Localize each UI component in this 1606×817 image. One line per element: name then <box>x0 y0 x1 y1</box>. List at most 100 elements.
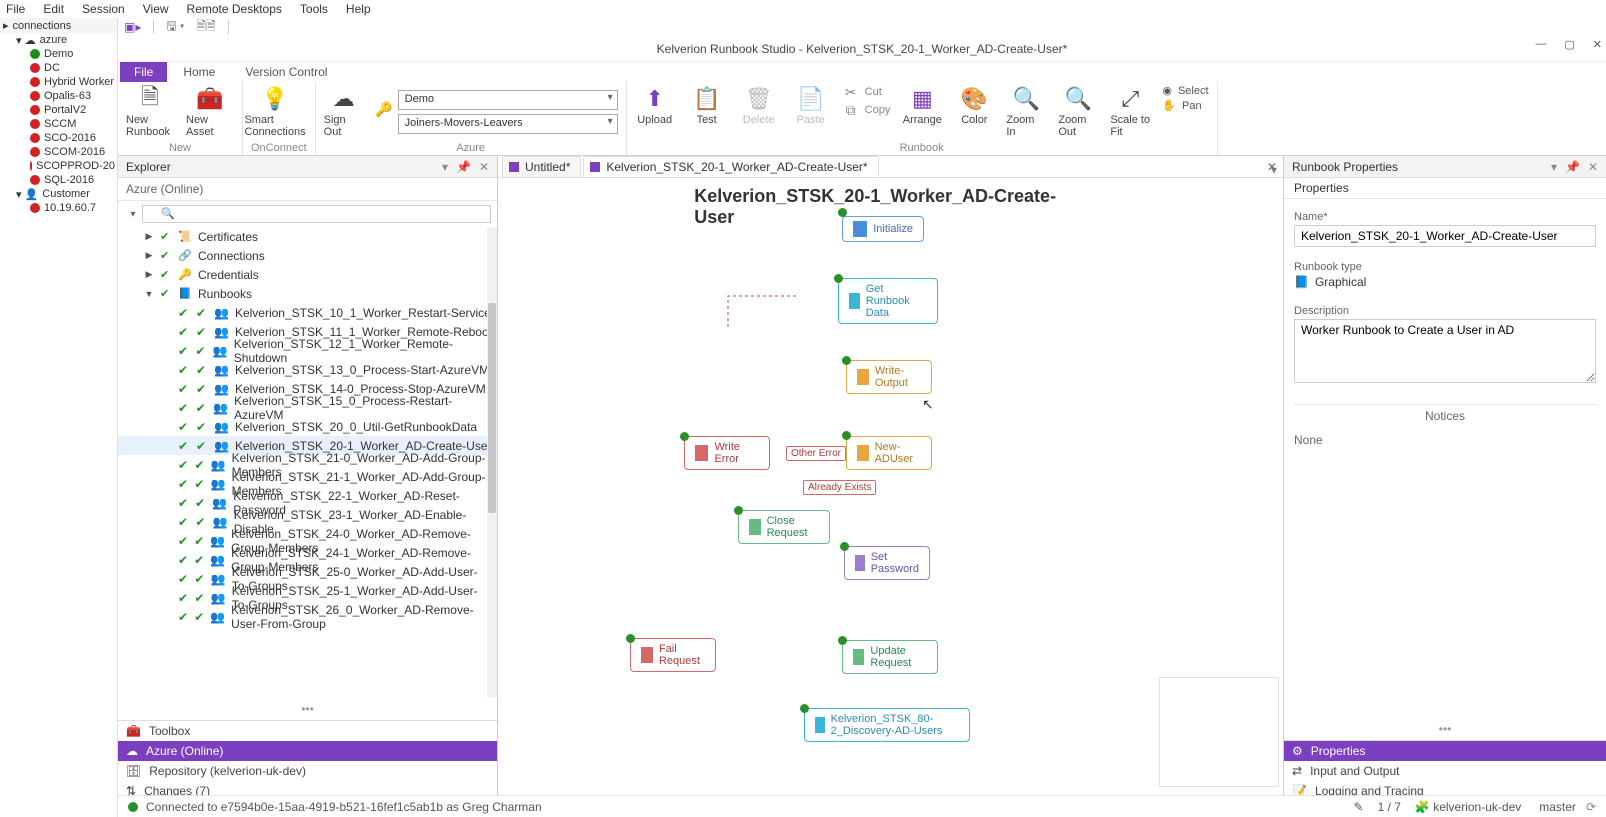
tree-item[interactable]: SCOM-2016 <box>28 145 117 159</box>
ribbon-tab-file[interactable]: File <box>120 62 167 82</box>
cut-button[interactable]: ✂Cut <box>843 84 891 100</box>
activity-close-request[interactable]: Close Request <box>738 510 830 544</box>
properties-header: Runbook Properties ▾ 📌 ✕ <box>1284 156 1606 178</box>
section-runbooks[interactable]: ▼✔📘Runbooks <box>118 284 497 303</box>
tree-group-customer[interactable]: ▾ 👤 Customer <box>14 187 117 201</box>
qat-save-icon[interactable]: 🖫 ▾ <box>166 17 184 38</box>
tree-group-azure[interactable]: ▾ ☁ azure <box>14 33 117 47</box>
main-branch-indicator[interactable]: master <box>1539 800 1576 814</box>
panel-close-icon[interactable]: ✕ <box>1588 160 1598 174</box>
connections-panel: ▸ connections ▾ ☁ azure Demo DC Hybrid W… <box>0 18 118 817</box>
panel-pin-icon[interactable]: 📌 <box>456 160 471 174</box>
menu-view[interactable]: View <box>143 2 169 16</box>
runbook-item[interactable]: ✔✔👥Kelverion_STSK_20_0_Util-GetRunbookDa… <box>118 417 497 436</box>
copy-button[interactable]: ⧉Copy <box>843 102 891 118</box>
runbook-item[interactable]: ✔✔👥Kelverion_STSK_15_0_Process-Restart-A… <box>118 398 497 417</box>
smart-connections-button[interactable]: 💡Smart Connections <box>251 84 299 138</box>
activity-update-request[interactable]: Update Request <box>842 640 938 674</box>
activity-new-aduser[interactable]: New-ADUser <box>846 436 932 470</box>
tree-item[interactable]: SQL-2016 <box>28 173 117 187</box>
section-connections[interactable]: ▶✔🔗Connections <box>118 246 497 265</box>
sync-icon[interactable]: ⟳ <box>1586 800 1596 814</box>
paste-button[interactable]: 📄Paste <box>791 84 831 126</box>
activity-write-error[interactable]: Write Error <box>684 436 770 470</box>
explorer-scrollbar[interactable] <box>487 227 497 698</box>
test-button[interactable]: 📋Test <box>687 84 727 126</box>
pan-mode-button[interactable]: ✋Pan <box>1162 99 1208 112</box>
zoom-in-button[interactable]: 🔍Zoom In <box>1006 84 1046 138</box>
tree-item[interactable]: SCCM <box>28 117 117 131</box>
arrange-button[interactable]: ▦Arrange <box>902 84 942 126</box>
tree-item[interactable]: Demo <box>28 47 117 61</box>
zoom-out-button[interactable]: 🔍Zoom Out <box>1058 84 1098 138</box>
explorer-search-input[interactable] <box>142 205 491 223</box>
repository-pane[interactable]: 🗄Repository (kelverion-uk-dev) <box>118 761 497 781</box>
tree-item[interactable]: DC <box>28 61 117 75</box>
panel-pin-icon[interactable]: 📌 <box>1565 160 1580 174</box>
properties-tab[interactable]: Properties <box>1284 178 1606 199</box>
azure-online-pane[interactable]: ☁Azure (Online) <box>118 741 497 761</box>
toolbox-pane[interactable]: 🧰Toolbox <box>118 721 497 741</box>
sign-out-button[interactable]: ☁Sign Out <box>324 84 364 138</box>
status-pencil-icon[interactable]: ✎ <box>1354 800 1364 814</box>
minimize-button[interactable]: — <box>1535 38 1546 51</box>
subscription-dropdown[interactable]: Demo <box>398 90 618 110</box>
panel-close-icon[interactable]: ✕ <box>479 160 489 174</box>
document-tab-untitled[interactable]: Untitled* <box>502 156 581 177</box>
menu-help[interactable]: Help <box>346 2 371 16</box>
new-runbook-button[interactable]: 🗎New Runbook <box>126 84 174 138</box>
runbook-item[interactable]: ✔✔👥Kelverion_STSK_26_0_Worker_AD-Remove-… <box>118 607 497 626</box>
runbook-item[interactable]: ✔✔👥Kelverion_STSK_13_0_Process-Start-Azu… <box>118 360 497 379</box>
activity-fail-request[interactable]: Fail Request <box>630 638 716 672</box>
branch-indicator[interactable]: 🧩 kelverion-uk-dev <box>1415 800 1521 814</box>
connections-title[interactable]: ▸ connections <box>0 18 117 33</box>
menu-edit[interactable]: Edit <box>43 2 64 16</box>
new-asset-button[interactable]: 🧰New Asset <box>186 84 234 138</box>
ribbon-tab-home[interactable]: Home <box>169 62 229 82</box>
automation-account-dropdown[interactable]: Joiners-Movers-Leavers <box>398 114 618 134</box>
menu-tools[interactable]: Tools <box>300 2 328 16</box>
search-chevron-icon[interactable]: ▾ <box>124 209 142 220</box>
scale-to-fit-button[interactable]: ⤢Scale to Fit <box>1110 84 1150 138</box>
tree-item[interactable]: SCOPPROD-20 <box>28 159 117 173</box>
drag-handle[interactable]: ••• <box>1284 718 1606 740</box>
canvas-minimap[interactable] <box>1159 677 1279 787</box>
upload-button[interactable]: ⬆Upload <box>635 84 675 126</box>
runbook-item[interactable]: ✔✔👥Kelverion_STSK_12_1_Worker_Remote-Shu… <box>118 341 497 360</box>
menu-remote-desktops[interactable]: Remote Desktops <box>187 2 282 16</box>
close-button[interactable]: ✕ <box>1593 38 1602 51</box>
runbook-description-input[interactable] <box>1294 319 1596 383</box>
props-tab-io[interactable]: ⇄Input and Output <box>1284 761 1606 781</box>
document-tab-create-user[interactable]: Kelverion_STSK_20-1_Worker_AD-Create-Use… <box>583 156 878 177</box>
activity-discovery[interactable]: Kelverion_STSK_80-2_Discovery-AD-Users <box>804 708 970 742</box>
explorer-header: Explorer ▾ 📌 ✕ <box>118 156 497 178</box>
delete-button[interactable]: 🗑Delete <box>739 84 779 126</box>
activity-set-password[interactable]: Set Password <box>844 546 930 580</box>
workflow-canvas[interactable]: Kelverion_STSK_20-1_Worker_AD-Create-Use… <box>498 178 1283 817</box>
section-certs[interactable]: ▶✔📜Certificates <box>118 227 497 246</box>
menu-session[interactable]: Session <box>82 2 125 16</box>
doctabs-close-icon[interactable]: ✕ <box>1267 160 1277 174</box>
drag-handle[interactable]: ••• <box>118 698 497 720</box>
color-button[interactable]: 🎨Color <box>954 84 994 126</box>
tree-item[interactable]: Hybrid Worker <box>28 75 117 89</box>
panel-menu-icon[interactable]: ▾ <box>1551 160 1557 174</box>
activity-initialize[interactable]: Initialize <box>842 216 924 242</box>
runbook-name-input[interactable] <box>1294 225 1596 247</box>
tree-item[interactable]: SCO-2016 <box>28 131 117 145</box>
qat-play-icon[interactable]: ▣▸ <box>124 20 141 34</box>
tree-item[interactable]: 10.19.60.7 <box>28 201 117 215</box>
panel-menu-icon[interactable]: ▾ <box>442 160 448 174</box>
tree-item[interactable]: Opalis-63 <box>28 89 117 103</box>
tree-item[interactable]: PortalV2 <box>28 103 117 117</box>
runbook-item[interactable]: ✔✔👥Kelverion_STSK_10_1_Worker_Restart-Se… <box>118 303 497 322</box>
select-mode-button[interactable]: ◉Select <box>1162 84 1208 97</box>
qat-saveall-icon[interactable]: 🗎🗎 <box>196 17 215 38</box>
section-credentials[interactable]: ▶✔🔑Credentials <box>118 265 497 284</box>
ribbon-tab-version-control[interactable]: Version Control <box>231 62 341 82</box>
menu-file[interactable]: File <box>6 2 25 16</box>
maximize-button[interactable]: ▢ <box>1564 38 1574 51</box>
activity-get-runbook-data[interactable]: Get Runbook Data <box>838 278 938 324</box>
props-tab-properties[interactable]: ⚙Properties <box>1284 741 1606 761</box>
activity-write-output[interactable]: Write-Output <box>846 360 932 394</box>
